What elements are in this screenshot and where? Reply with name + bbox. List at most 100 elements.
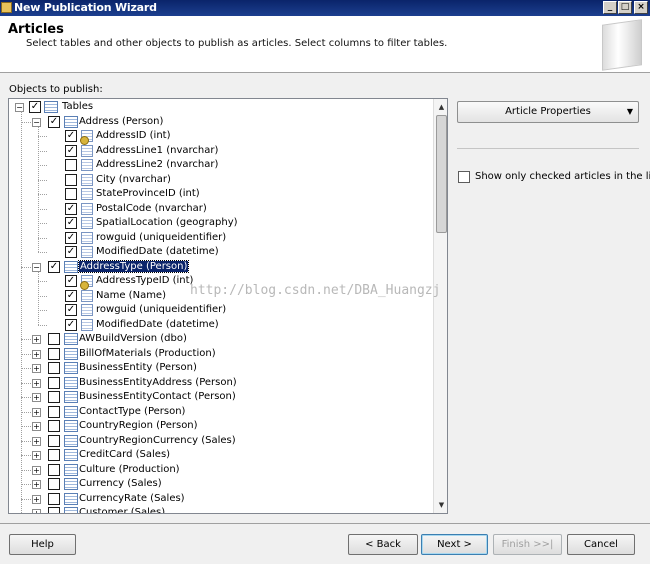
expand-icon[interactable]: + <box>32 465 41 475</box>
expand-icon[interactable]: + <box>32 494 41 504</box>
next-button[interactable]: Next > <box>421 534 488 555</box>
tree-table-node[interactable]: + BusinessEntityAddress (Person) <box>9 376 433 390</box>
checkbox[interactable] <box>48 463 60 476</box>
checkbox[interactable] <box>48 449 60 461</box>
table-icon <box>64 376 78 389</box>
expand-icon[interactable]: + <box>32 451 41 460</box>
tree-table-node[interactable]: + Customer (Sales) <box>9 506 433 513</box>
tree-column-node[interactable]: ✓ AddressLine1 (nvarchar) <box>9 144 433 158</box>
tree-node-label: Name (Name) <box>96 289 166 301</box>
tree-table-node[interactable]: + Currency (Sales) <box>9 477 433 491</box>
checkbox[interactable] <box>48 405 60 418</box>
tree-column-node[interactable]: ✓ PostalCode (nvarchar) <box>9 202 433 216</box>
tree-scrollbar[interactable]: ▲ ▼ <box>433 99 447 513</box>
tree-column-node[interactable]: ✓ ModifiedDate (datetime) <box>9 245 433 259</box>
tree-column-node[interactable]: ✓ SpatialLocation (geography) <box>9 216 433 230</box>
checkbox[interactable] <box>48 333 60 345</box>
cancel-button[interactable]: Cancel <box>567 534 635 555</box>
expand-icon[interactable]: + <box>32 480 41 489</box>
checkbox[interactable]: ✓ <box>65 130 77 142</box>
tree-column-node[interactable]: ✓ rowguid (uniqueidentifier) <box>9 303 433 317</box>
checkbox[interactable] <box>65 188 77 200</box>
checkbox[interactable] <box>48 420 60 432</box>
tree-node-label: BusinessEntity (Person) <box>79 362 197 373</box>
checkbox[interactable]: ✓ <box>65 275 77 287</box>
checkbox[interactable] <box>48 391 60 403</box>
checkbox[interactable]: ✓ <box>48 260 60 273</box>
show-only-checkbox[interactable] <box>458 171 470 183</box>
expand-icon[interactable]: + <box>32 335 41 344</box>
tree-column-node[interactable]: StateProvinceID (int) <box>9 187 433 201</box>
tree-node-label: PostalCode (nvarchar) <box>96 202 207 214</box>
checkbox[interactable] <box>48 434 60 447</box>
back-button[interactable]: < Back <box>348 534 418 555</box>
checkbox[interactable]: ✓ <box>65 144 77 157</box>
objects-tree[interactable]: − ✓ Tables − ✓ Address (Person) ✓ AddressID … <box>9 99 433 513</box>
checkbox[interactable] <box>48 507 60 513</box>
article-properties-button[interactable]: Article Properties ▼ <box>457 101 639 123</box>
expand-icon[interactable]: + <box>32 393 41 402</box>
tree-node-label: ModifiedDate (datetime) <box>96 246 219 257</box>
tree-root-tables[interactable]: − ✓ Tables <box>9 100 433 114</box>
checkbox[interactable]: ✓ <box>65 304 77 316</box>
expand-icon[interactable]: + <box>32 509 41 513</box>
scroll-down-icon[interactable]: ▼ <box>435 498 447 512</box>
scroll-thumb[interactable] <box>436 115 447 233</box>
collapse-icon[interactable]: − <box>15 103 24 112</box>
table-icon <box>64 420 78 432</box>
tree-column-node[interactable]: ✓ AddressTypeID (int) <box>9 274 433 290</box>
tree-table-node[interactable]: + ContactType (Person) <box>9 405 433 419</box>
checkbox[interactable] <box>48 492 60 505</box>
expand-icon[interactable]: + <box>32 407 41 417</box>
expand-icon[interactable]: + <box>32 422 41 431</box>
checkbox[interactable] <box>65 173 77 186</box>
tree-table-node[interactable]: + CreditCard (Sales) <box>9 448 433 462</box>
checkbox[interactable]: ✓ <box>65 217 77 229</box>
tree-connector <box>21 411 31 413</box>
tree-table-node[interactable]: − ✓ Address (Person) <box>9 115 433 129</box>
checkbox[interactable]: ✓ <box>29 101 41 113</box>
tree-guide-line <box>38 126 39 252</box>
objects-tree-panel[interactable]: − ✓ Tables − ✓ Address (Person) ✓ AddressID … <box>8 98 448 514</box>
expand-icon[interactable]: + <box>32 436 41 446</box>
tree-table-node[interactable]: + CurrencyRate (Sales) <box>9 492 433 506</box>
expand-icon[interactable]: + <box>32 364 41 373</box>
expand-icon[interactable]: + <box>32 378 41 388</box>
expand-icon[interactable]: + <box>32 349 41 359</box>
scroll-up-icon[interactable]: ▲ <box>435 100 447 114</box>
checkbox[interactable]: ✓ <box>48 115 60 128</box>
tree-table-node[interactable]: + BusinessEntityContact (Person) <box>9 390 433 404</box>
tree-column-node[interactable]: AddressLine2 (nvarchar) <box>9 158 433 172</box>
tree-column-node[interactable]: City (nvarchar) <box>9 173 433 187</box>
tree-column-node[interactable]: ✓ ModifiedDate (datetime) <box>9 318 433 332</box>
finish-button[interactable]: Finish >>| <box>493 534 562 555</box>
checkbox[interactable]: ✓ <box>65 289 77 302</box>
close-button[interactable]: × <box>634 1 648 14</box>
maximize-button[interactable]: □ <box>618 1 632 14</box>
checkbox[interactable] <box>65 159 77 171</box>
tree-table-node[interactable]: + CountryRegionCurrency (Sales) <box>9 434 433 448</box>
minimize-button[interactable]: _ <box>603 1 617 14</box>
tree-table-node[interactable]: + BusinessEntity (Person) <box>9 361 433 375</box>
checkbox[interactable]: ✓ <box>65 318 77 331</box>
tree-table-node[interactable]: + CountryRegion (Person) <box>9 419 433 433</box>
tree-column-node[interactable]: ✓ rowguid (uniqueidentifier) <box>9 231 433 245</box>
tree-table-node[interactable]: − ✓ AddressType (Person) <box>9 259 433 274</box>
window-title: New Publication Wizard <box>14 1 157 14</box>
checkbox[interactable] <box>48 478 60 490</box>
tree-table-node[interactable]: + Culture (Production) <box>9 463 433 477</box>
collapse-icon[interactable]: − <box>32 117 41 127</box>
help-button[interactable]: Help <box>9 534 76 555</box>
tree-table-node[interactable]: + AWBuildVersion (dbo) <box>9 332 433 346</box>
checkbox[interactable] <box>48 376 60 389</box>
tree-table-node[interactable]: + BillOfMaterials (Production) <box>9 347 433 361</box>
collapse-icon[interactable]: − <box>32 262 41 272</box>
tree-column-node[interactable]: ✓ AddressID (int) <box>9 129 433 145</box>
checkbox[interactable]: ✓ <box>65 231 77 244</box>
checkbox[interactable] <box>48 347 60 360</box>
checkbox[interactable]: ✓ <box>65 246 77 258</box>
column-icon <box>81 217 93 229</box>
checkbox[interactable] <box>48 362 60 374</box>
tree-column-node[interactable]: ✓ Name (Name) <box>9 289 433 303</box>
checkbox[interactable]: ✓ <box>65 202 77 215</box>
